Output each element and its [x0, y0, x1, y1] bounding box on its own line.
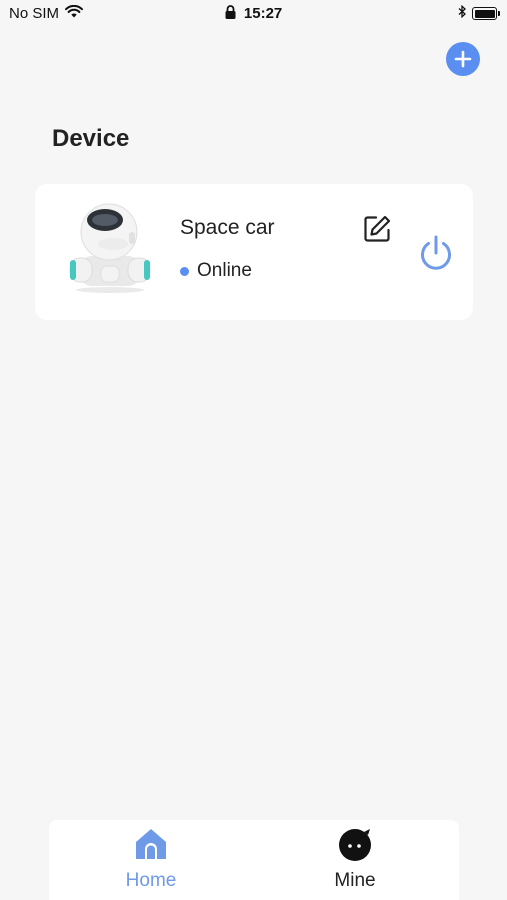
- clock-time: 15:27: [243, 5, 283, 22]
- home-icon: [136, 829, 166, 859]
- edit-icon: [364, 215, 391, 242]
- power-button[interactable]: [417, 234, 455, 272]
- tab-mine[interactable]: Mine: [295, 820, 415, 900]
- edit-device-button[interactable]: [362, 214, 392, 244]
- tab-home-label: Home: [125, 870, 177, 891]
- lock-icon: [225, 5, 236, 23]
- device-status: Online: [180, 260, 252, 282]
- status-text: Online: [197, 260, 252, 281]
- battery-icon: [472, 7, 500, 20]
- add-device-button[interactable]: [446, 42, 480, 76]
- status-center: 15:27: [0, 5, 507, 23]
- status-dot: [180, 266, 189, 276]
- bluetooth-icon: [458, 4, 466, 22]
- power-icon: [421, 235, 451, 270]
- status-bar: No SIM 15:27: [0, 0, 507, 28]
- page-title: Device: [52, 125, 130, 152]
- status-right: [458, 4, 500, 22]
- mine-face-icon: [339, 829, 371, 861]
- device-name: Space car: [180, 216, 275, 239]
- device-card[interactable]: Space car Online: [35, 184, 473, 320]
- tab-bar: Home Mine: [49, 820, 459, 900]
- plus-icon: [454, 50, 472, 68]
- tab-home[interactable]: Home: [91, 820, 211, 900]
- tab-mine-label: Mine: [334, 870, 376, 891]
- robot-device-image: [65, 198, 155, 294]
